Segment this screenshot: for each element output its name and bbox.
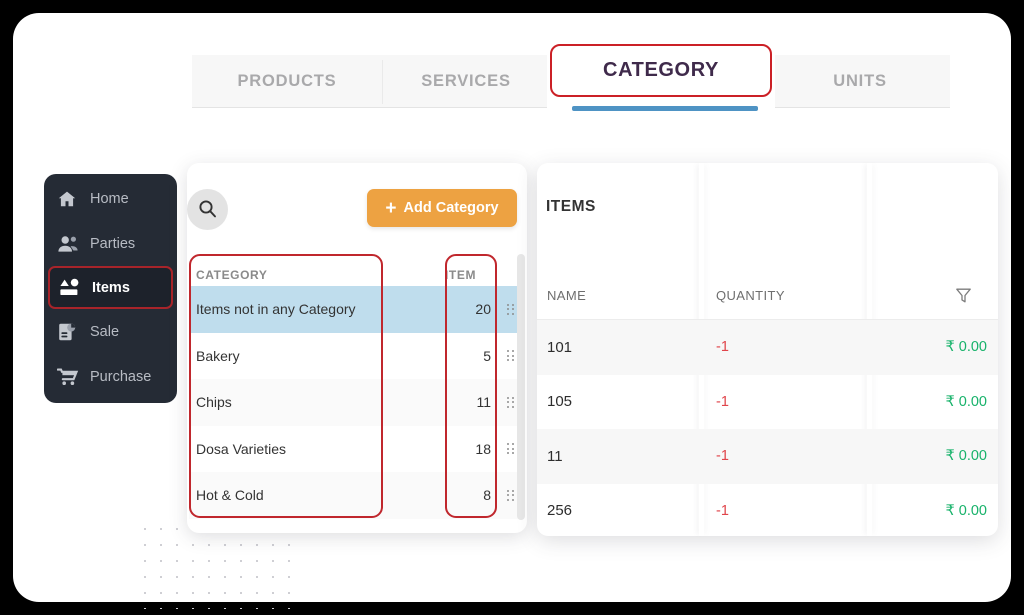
items-icon [59, 277, 83, 299]
sidebar-item-parties[interactable]: Parties [44, 221, 177, 266]
item-name: 105 [547, 393, 573, 411]
cart-icon [57, 366, 81, 388]
home-icon [57, 188, 81, 210]
sidebar-item-home[interactable]: Home [44, 176, 177, 221]
table-row[interactable]: 101 -1 ₹ 0.00 [537, 320, 998, 375]
column-header-name[interactable]: NAME [537, 288, 704, 303]
item-quantity: -1 [716, 393, 729, 410]
item-amount: ₹ 0.00 [945, 393, 987, 410]
column-header-quantity[interactable]: QUANTITY [704, 288, 872, 303]
sidebar-item-label: Parties [90, 235, 136, 252]
table-row[interactable]: 105 -1 ₹ 0.00 [537, 375, 998, 430]
add-category-button[interactable]: + Add Category [367, 189, 517, 227]
plus-icon: + [385, 197, 397, 219]
filter-icon[interactable] [872, 287, 998, 304]
tab-units[interactable]: UNITS [770, 55, 950, 107]
tab-category-active-indicator [572, 106, 758, 111]
items-panel-title: ITEMS [546, 198, 596, 215]
sidebar-nav: Home Parties Items Sale Purchase [44, 174, 177, 403]
table-row[interactable]: 256 -1 ₹ 0.00 [537, 484, 998, 539]
search-icon [198, 199, 217, 221]
item-quantity: -1 [716, 502, 729, 519]
item-name: 256 [547, 502, 573, 520]
sidebar-item-label: Purchase [90, 368, 152, 385]
screenshot-root: PRODUCTS SERVICES UNITS CATEGORY Home Pa… [0, 0, 1024, 615]
users-icon [57, 233, 81, 255]
sale-icon [57, 321, 81, 343]
tab-services[interactable]: SERVICES [382, 55, 550, 107]
items-table-header: NAME QUANTITY [537, 279, 998, 311]
item-name: 101 [547, 338, 573, 356]
sidebar-item-items[interactable]: Items [48, 266, 173, 309]
search-button[interactable] [187, 189, 228, 230]
add-category-label: Add Category [403, 200, 499, 216]
annotation-box-item-column [445, 254, 497, 518]
sidebar-item-label: Sale [90, 323, 120, 340]
app-window-frame: PRODUCTS SERVICES UNITS CATEGORY Home Pa… [13, 13, 1011, 609]
item-amount: ₹ 0.00 [945, 339, 987, 356]
tab-products[interactable]: PRODUCTS [192, 55, 382, 107]
item-amount: ₹ 0.00 [945, 448, 987, 465]
item-amount: ₹ 0.00 [945, 502, 987, 519]
table-row[interactable]: 11 -1 ₹ 0.00 [537, 429, 998, 484]
sidebar-item-label: Items [92, 279, 130, 296]
item-quantity: -1 [716, 448, 729, 465]
items-table-body: 101 -1 ₹ 0.00 105 -1 ₹ 0.00 11 -1 ₹ 0.00… [537, 320, 998, 538]
item-quantity: -1 [716, 339, 729, 356]
annotation-box-category-column [189, 254, 383, 518]
category-list-scrollbar[interactable] [517, 254, 525, 520]
sidebar-item-purchase[interactable]: Purchase [44, 354, 177, 399]
sidebar-item-sale[interactable]: Sale [44, 309, 177, 354]
sidebar-item-label: Home [90, 190, 129, 207]
item-name: 11 [547, 447, 563, 465]
tab-category[interactable]: CATEGORY [550, 44, 772, 97]
